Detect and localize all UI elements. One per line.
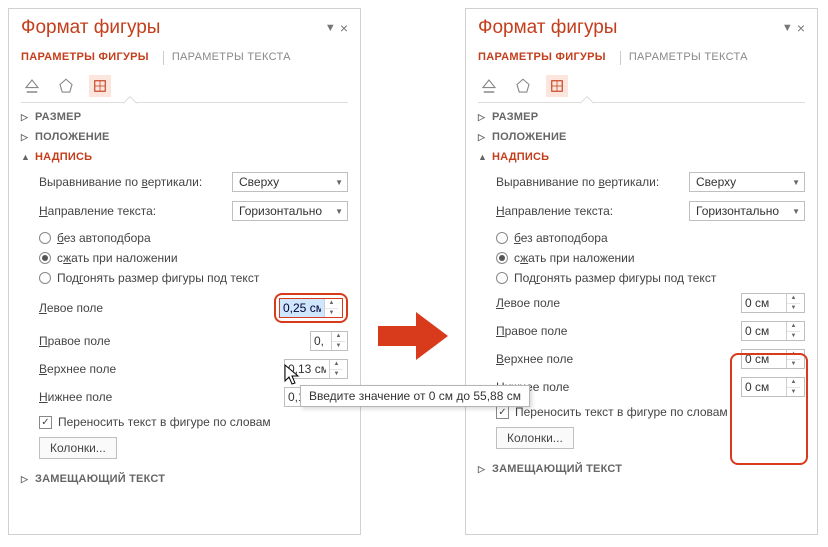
columns-button[interactable]: Колонки... — [496, 427, 574, 449]
effects-icon[interactable] — [55, 75, 77, 97]
pane-title: Формат фигуры — [478, 17, 617, 39]
wrap-text-checkbox[interactable]: ✓ Переносить текст в фигуре по словам — [21, 415, 348, 429]
tab-text-options[interactable]: ПАРАМЕТРЫ ТЕКСТА — [172, 49, 297, 67]
size-properties-icon[interactable] — [89, 75, 111, 97]
chevron-right-icon: ▷ — [21, 132, 29, 143]
margin-left-spinner[interactable]: ▲▼ — [279, 298, 343, 318]
section-position[interactable]: ▷ПОЛОЖЕНИЕ — [21, 131, 348, 143]
valign-label: Выравнивание по вертикали: — [39, 175, 232, 189]
section-size[interactable]: ▷РАЗМЕР — [21, 111, 348, 123]
spin-up-icon[interactable]: ▲ — [325, 299, 338, 309]
tooltip: Введите значение от 0 см до 55,88 см — [300, 385, 530, 407]
spin-down-icon[interactable]: ▼ — [325, 309, 338, 318]
margin-top-label: Верхнее поле — [39, 362, 284, 376]
valign-select[interactable]: Сверху▼ — [689, 172, 805, 192]
chevron-right-icon: ▷ — [21, 474, 29, 485]
margin-bottom-spinner[interactable]: ▲▼ — [741, 377, 805, 397]
chevron-down-icon: ▼ — [335, 178, 343, 187]
tab-shape-options[interactable]: ПАРАМЕТРЫ ФИГУРЫ — [478, 49, 612, 67]
columns-button[interactable]: Колонки... — [39, 437, 117, 459]
fill-line-icon[interactable] — [478, 75, 500, 97]
margin-left-spinner[interactable]: ▲▼ — [741, 293, 805, 313]
chevron-right-icon: ▷ — [21, 112, 29, 123]
autofit-none-radio[interactable]: без автоподбора — [496, 231, 805, 245]
direction-label: Направление текста: — [39, 204, 232, 218]
autofit-none-radio[interactable]: без автоподбора — [39, 231, 348, 245]
margin-left-highlight: ▲▼ — [274, 293, 348, 323]
chevron-down-icon: ▲ — [21, 152, 29, 162]
pane-close-icon[interactable]: × — [797, 21, 805, 35]
chevron-down-icon: ▼ — [335, 207, 343, 216]
margin-right-spinner[interactable]: ▲▼ — [310, 331, 348, 351]
format-shape-panel-after: Формат фигуры ▼ × ПАРАМЕТРЫ ФИГУРЫ ПАРАМ… — [465, 8, 818, 535]
pane-close-icon[interactable]: × — [340, 21, 348, 35]
autofit-resize-radio[interactable]: Подгонять размер фигуры под текст — [39, 271, 348, 285]
pane-title: Формат фигуры — [21, 17, 160, 39]
autofit-shrink-radio[interactable]: сжать при наложении — [496, 251, 805, 265]
tab-shape-options[interactable]: ПАРАМЕТРЫ ФИГУРЫ — [21, 49, 155, 67]
format-shape-panel-before: Формат фигуры ▼ × ПАРАМЕТРЫ ФИГУРЫ ПАРАМ… — [8, 8, 361, 535]
tab-text-options[interactable]: ПАРАМЕТРЫ ТЕКСТА — [629, 49, 754, 67]
pane-menu-icon[interactable]: ▼ — [782, 23, 793, 34]
wrap-text-checkbox[interactable]: ✓ Переносить текст в фигуре по словам — [478, 405, 805, 419]
section-alttext[interactable]: ▷ЗАМЕЩАЮЩИЙ ТЕКСТ — [478, 463, 805, 475]
section-textbox[interactable]: ▲НАДПИСЬ — [21, 151, 348, 163]
direction-select[interactable]: Горизонтально▼ — [232, 201, 348, 221]
margin-bottom-label: Нижнее поле — [39, 390, 284, 404]
autofit-shrink-radio[interactable]: сжать при наложении — [39, 251, 348, 265]
section-textbox[interactable]: ▲НАДПИСЬ — [478, 151, 805, 163]
margin-right-label: Правое поле — [39, 334, 310, 348]
section-size[interactable]: ▷РАЗМЕР — [478, 111, 805, 123]
section-position[interactable]: ▷ПОЛОЖЕНИЕ — [478, 131, 805, 143]
fill-line-icon[interactable] — [21, 75, 43, 97]
margin-top-spinner[interactable]: ▲▼ — [741, 349, 805, 369]
margin-right-spinner[interactable]: ▲▼ — [741, 321, 805, 341]
margin-left-label: Левое поле — [39, 301, 274, 315]
size-properties-icon[interactable] — [546, 75, 568, 97]
valign-select[interactable]: Сверху▼ — [232, 172, 348, 192]
arrow-right-icon — [378, 310, 448, 362]
effects-icon[interactable] — [512, 75, 534, 97]
margin-top-spinner[interactable]: ▲▼ — [284, 359, 348, 379]
checkbox-checked-icon: ✓ — [39, 416, 52, 429]
autofit-resize-radio[interactable]: Подгонять размер фигуры под текст — [496, 271, 805, 285]
section-alttext[interactable]: ▷ЗАМЕЩАЮЩИЙ ТЕКСТ — [21, 473, 348, 485]
pane-menu-icon[interactable]: ▼ — [325, 23, 336, 34]
direction-select[interactable]: Горизонтально▼ — [689, 201, 805, 221]
